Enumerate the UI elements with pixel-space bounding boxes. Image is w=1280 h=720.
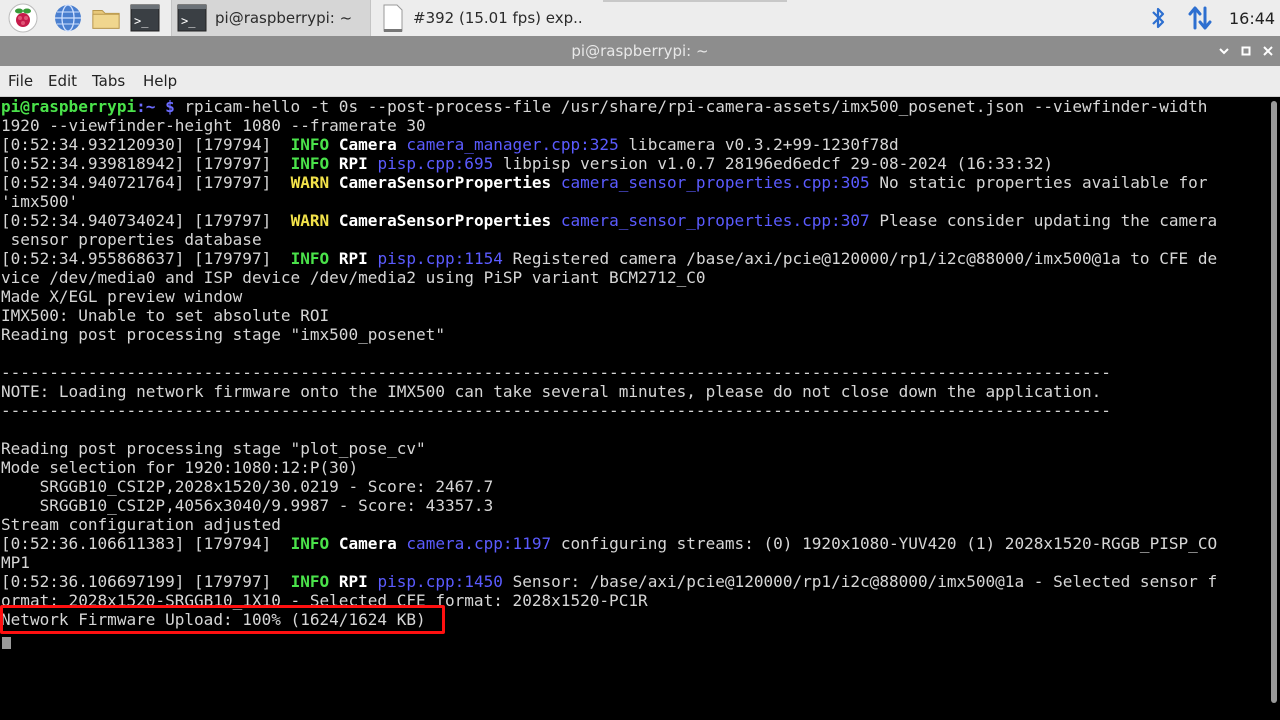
log-level: INFO: [290, 572, 330, 591]
terminal-line: Made X/EGL preview window: [1, 287, 243, 306]
log-category: CameraSensorProperties: [329, 211, 561, 230]
log-level: INFO: [290, 534, 330, 553]
log-timestamp: [0:52:34.940734024] [179797]: [1, 211, 291, 230]
log-line: [0:52:34.955868637] [179797] INFO RPI pi…: [1, 249, 1217, 268]
log-timestamp: [0:52:34.932120930] [179794]: [1, 135, 291, 154]
raspberry-pi-menu-icon[interactable]: [8, 3, 38, 33]
terminal-line: Reading post processing stage "imx500_po…: [1, 325, 445, 344]
log-source: camera_sensor_properties.cpp:305: [560, 173, 870, 192]
terminal-line: Stream configuration adjusted: [1, 515, 281, 534]
menu-tabs[interactable]: Tabs: [92, 66, 125, 96]
log-line: [0:52:36.106697199] [179797] INFO RPI pi…: [1, 572, 1217, 591]
taskbar-item-label: #392 (15.01 fps) exp..: [413, 9, 583, 27]
terminal-icon[interactable]: >_: [130, 3, 160, 33]
log-line: [0:52:34.940721764] [179797] WARN Camera…: [1, 173, 1207, 192]
svg-text:>_: >_: [181, 14, 196, 28]
divider: [603, 0, 787, 2]
terminal-scrollbar[interactable]: [1268, 97, 1280, 720]
log-message: Registered camera /base/axi/pcie@120000/…: [502, 249, 1218, 268]
log-message: No static properties available for: [869, 173, 1208, 192]
window-titlebar[interactable]: pi@raspberrypi: ~: [0, 36, 1280, 66]
terminal-line: Reading post processing stage "plot_pose…: [1, 439, 426, 458]
log-timestamp: [0:52:34.939818942] [179797]: [1, 154, 291, 173]
log-line: [0:52:34.939818942] [179797] INFO RPI pi…: [1, 154, 1053, 173]
terminal-line: Mode selection for 1920:1080:12:P(30): [1, 458, 359, 477]
scrollbar-thumb[interactable]: [1271, 101, 1277, 703]
terminal-line: IMX500: Unable to set absolute ROI: [1, 306, 330, 325]
minimize-icon[interactable]: [1215, 42, 1233, 60]
taskbar-item-preview[interactable]: #392 (15.01 fps) exp..: [378, 0, 598, 36]
log-line: vice /dev/media0 and ISP device /dev/med…: [1, 268, 706, 287]
prompt-path: :~ $: [136, 97, 175, 116]
web-browser-icon[interactable]: [53, 3, 83, 33]
log-line: [0:52:34.932120930] [179794] INFO Camera…: [1, 135, 899, 154]
highlight-box: [0, 605, 445, 634]
log-source: pisp.cpp:695: [377, 154, 494, 173]
log-category: CameraSensorProperties: [329, 173, 561, 192]
menu-edit[interactable]: Edit: [48, 66, 77, 96]
svg-text:>_: >_: [134, 14, 149, 28]
taskbar-item-terminal[interactable]: >_ pi@raspberrypi: ~: [171, 0, 371, 36]
log-category: Camera: [329, 135, 407, 154]
window-title: pi@raspberrypi: ~: [571, 42, 709, 60]
log-message: libpisp version v1.0.7 28196ed6edcf 29-0…: [493, 154, 1054, 173]
log-category: RPI: [329, 572, 378, 591]
note-line: NOTE: Loading network firmware onto the …: [1, 382, 1102, 401]
log-source: camera.cpp:1197: [406, 534, 552, 553]
network-icon[interactable]: [1186, 0, 1214, 36]
log-source: pisp.cpp:1450: [377, 572, 503, 591]
log-category: RPI: [329, 154, 378, 173]
bluetooth-icon[interactable]: [1148, 0, 1170, 36]
log-timestamp: [0:52:36.106611383] [179794]: [1, 534, 291, 553]
separator-line: ----------------------------------------…: [1, 401, 1111, 420]
log-source: camera_sensor_properties.cpp:307: [560, 211, 870, 230]
log-line: 'imx500': [1, 192, 79, 211]
log-timestamp: [0:52:34.955868637] [179797]: [1, 249, 291, 268]
terminal-line: pi@raspberrypi:~ $ rpicam-hello -t 0s --…: [1, 97, 1207, 116]
log-level: INFO: [290, 154, 330, 173]
log-line: [0:52:34.940734024] [179797] WARN Camera…: [1, 211, 1217, 230]
log-line: MP1: [1, 553, 30, 572]
log-level: INFO: [290, 249, 330, 268]
log-message: Sensor: /base/axi/pcie@120000/rp1/i2c@88…: [502, 572, 1218, 591]
terminal-cursor: [2, 637, 11, 649]
file-manager-icon[interactable]: [91, 3, 121, 33]
close-icon[interactable]: [1259, 42, 1277, 60]
menu-file[interactable]: File: [8, 66, 33, 96]
menu-bar: File Edit Tabs Help: [0, 66, 1280, 97]
terminal-line: SRGGB10_CSI2P,2028x1520/30.0219 - Score:…: [1, 477, 494, 496]
menu-help[interactable]: Help: [143, 66, 177, 96]
log-level: WARN: [290, 173, 330, 192]
log-message: configuring streams: (0) 1920x1080-YUV42…: [551, 534, 1218, 553]
maximize-icon[interactable]: [1237, 42, 1255, 60]
prompt-user: pi@raspberrypi: [1, 97, 137, 116]
log-source: pisp.cpp:1154: [377, 249, 503, 268]
terminal-line: SRGGB10_CSI2P,4056x3040/9.9987 - Score: …: [1, 496, 494, 515]
clock[interactable]: 16:44: [1229, 0, 1275, 36]
taskbar-item-label: pi@raspberrypi: ~: [215, 9, 353, 27]
log-message: Please consider updating the camera: [869, 211, 1218, 230]
taskbar: >_ >_ pi@raspberrypi: ~ #392 (15.01 fps)…: [0, 0, 1280, 37]
log-category: Camera: [329, 534, 407, 553]
log-source: camera_manager.cpp:325: [406, 135, 619, 154]
log-timestamp: [0:52:34.940721764] [179797]: [1, 173, 291, 192]
log-category: RPI: [329, 249, 378, 268]
log-line: sensor properties database: [1, 230, 262, 249]
terminal-icon: >_: [177, 3, 207, 33]
terminal-output[interactable]: pi@raspberrypi:~ $ rpicam-hello -t 0s --…: [0, 97, 1268, 720]
log-message: libcamera v0.3.2+99-1230f78d: [618, 135, 899, 154]
separator-line: ----------------------------------------…: [1, 363, 1111, 382]
document-icon: [381, 3, 405, 33]
log-level: WARN: [290, 211, 330, 230]
terminal-line: 1920 --viewfinder-height 1080 --framerat…: [1, 116, 426, 135]
log-line: [0:52:36.106611383] [179794] INFO Camera…: [1, 534, 1217, 553]
log-timestamp: [0:52:36.106697199] [179797]: [1, 572, 291, 591]
command-text: rpicam-hello -t 0s --post-process-file /…: [174, 97, 1208, 116]
log-level: INFO: [290, 135, 330, 154]
